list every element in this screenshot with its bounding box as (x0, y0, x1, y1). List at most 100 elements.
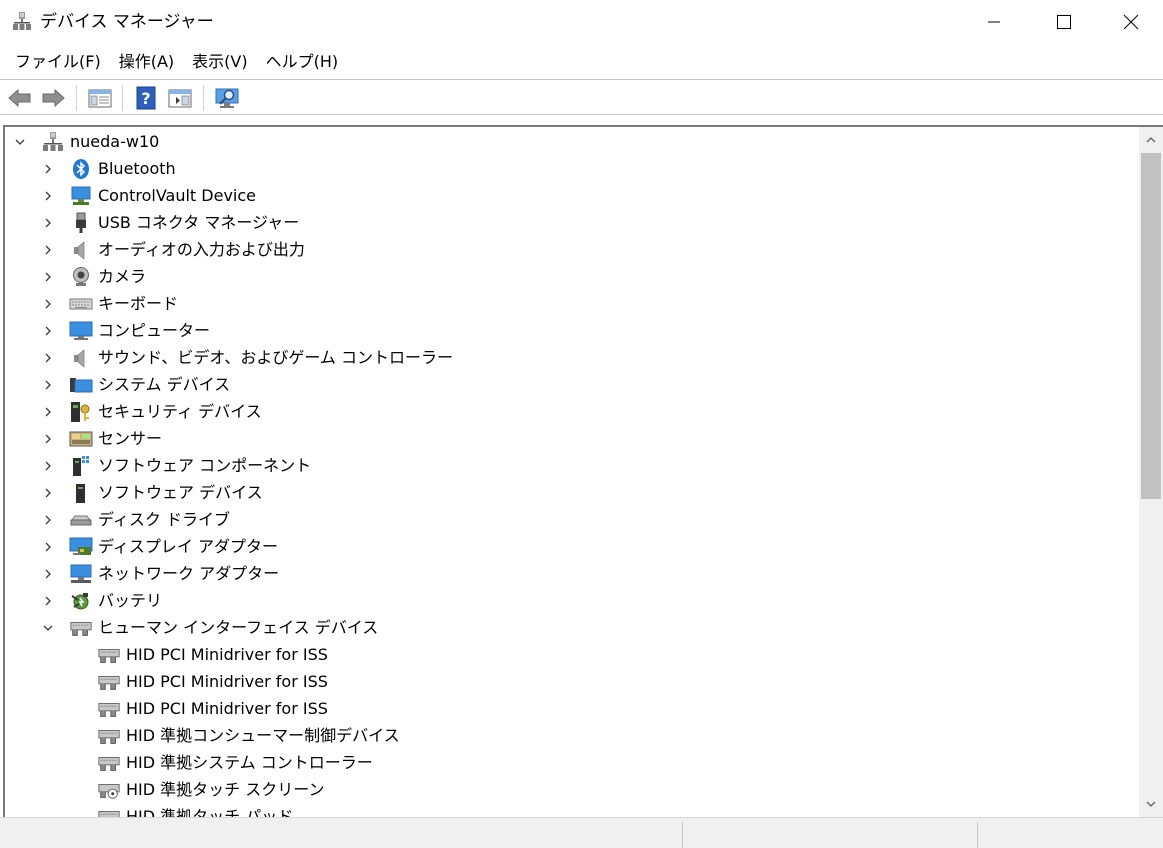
tree-item-hid-child[interactable]: HID 準拠タッチ パッド (97, 803, 293, 817)
hid-icon (97, 806, 121, 817)
tree-item-computer[interactable]: コンピューター (41, 317, 210, 344)
chevron-right-icon[interactable] (41, 486, 55, 500)
chevron-right-icon[interactable] (41, 189, 55, 203)
tree-item-bluetooth[interactable]: Bluetooth (41, 155, 176, 182)
forward-button[interactable] (39, 84, 67, 112)
webcam-icon (69, 266, 93, 288)
tree-item-security-devices[interactable]: セキュリティ デバイス (41, 398, 262, 425)
computer-network-icon (41, 131, 65, 153)
chevron-right-icon[interactable] (41, 270, 55, 284)
usb-plug-icon (69, 212, 93, 234)
hid-icon (97, 671, 121, 693)
chevron-down-icon[interactable] (41, 621, 55, 635)
maximize-button[interactable] (1029, 0, 1099, 44)
chevron-right-icon[interactable] (41, 351, 55, 365)
tree-item-label: コンピューター (98, 320, 211, 340)
tree-item-label: HID 準拠システム コントローラー (126, 752, 373, 772)
chevron-right-icon[interactable] (41, 432, 55, 446)
tree-item-label: オーディオの入力および出力 (98, 239, 305, 259)
tree-item-label: ネットワーク アダプター (98, 563, 280, 583)
security-key-icon (69, 401, 93, 423)
tree-item-controlvault[interactable]: ControlVault Device (41, 182, 256, 209)
tree-item-hid-child[interactable]: HID 準拠タッチ スクリーン (97, 776, 324, 803)
tree-item-sensors[interactable]: センサー (41, 425, 162, 452)
monitor-icon (69, 320, 93, 342)
tree-item-label: ControlVault Device (98, 185, 257, 205)
tree-item-hid-child[interactable]: HID 準拠システム コントローラー (97, 749, 373, 776)
status-separator (682, 822, 683, 848)
tree-item-label: ソフトウェア コンポーネント (98, 455, 312, 475)
scroll-up-button[interactable] (1139, 129, 1163, 151)
update-driver-icon (168, 89, 192, 108)
chevron-right-icon[interactable] (41, 540, 55, 554)
tree-item-display-adapters[interactable]: ディスプレイ アダプター (41, 533, 278, 560)
chevron-right-icon[interactable] (41, 162, 55, 176)
chevron-right-icon[interactable] (41, 405, 55, 419)
tree-item-system-devices[interactable]: システム デバイス (41, 371, 230, 398)
tree-item-battery[interactable]: バッテリ (41, 587, 162, 614)
battery-icon (69, 590, 93, 612)
tree-root-label: nueda-w10 (70, 131, 160, 151)
tree-item-hid-child[interactable]: HID PCI Minidriver for ISS (97, 695, 328, 722)
close-button[interactable] (1099, 0, 1163, 44)
help-button[interactable]: ? (132, 84, 160, 112)
back-arrow-icon (8, 88, 31, 108)
chevron-right-icon[interactable] (41, 297, 55, 311)
help-icon: ? (136, 86, 156, 110)
keyboard-icon (69, 293, 93, 315)
tree-item-software-devices[interactable]: ソフトウェア デバイス (41, 479, 263, 506)
chevron-right-icon[interactable] (41, 378, 55, 392)
back-button[interactable] (6, 84, 34, 112)
tree-item-software-components[interactable]: ソフトウェア コンポーネント (41, 452, 311, 479)
chevron-right-icon[interactable] (41, 513, 55, 527)
tree-item-label: ヒューマン インターフェイス デバイス (98, 617, 379, 637)
tree-item-label: HID PCI Minidriver for ISS (126, 698, 328, 718)
chevron-right-icon[interactable] (41, 594, 55, 608)
tree-item-hid-child[interactable]: HID PCI Minidriver for ISS (97, 668, 328, 695)
menu-file[interactable]: ファイル(F) (6, 47, 110, 77)
scroll-thumb[interactable] (1141, 153, 1161, 499)
tree-item-label: システム デバイス (98, 374, 231, 394)
show-hide-console-tree-button[interactable] (86, 84, 114, 112)
chevron-right-icon[interactable] (41, 567, 55, 581)
sensor-icon (69, 428, 93, 450)
tree-item-hid[interactable]: ヒューマン インターフェイス デバイス (41, 614, 378, 641)
tree-item-keyboard[interactable]: キーボード (41, 290, 178, 317)
tree-item-label: ソフトウェア デバイス (98, 482, 263, 502)
tree-item-label: HID 準拠コンシューマー制御デバイス (126, 725, 400, 745)
svg-text:?: ? (141, 89, 150, 108)
scan-hardware-button[interactable] (214, 84, 242, 112)
minimize-button[interactable] (959, 0, 1029, 44)
properties-console-icon (88, 89, 112, 108)
chevron-right-icon[interactable] (41, 324, 55, 338)
tree-item-label: Bluetooth (98, 158, 176, 178)
hid-icon (97, 725, 121, 747)
action-pane-button[interactable] (166, 84, 194, 112)
toolbar-separator (76, 85, 77, 111)
minimize-icon (988, 21, 1000, 23)
chevron-right-icon[interactable] (41, 459, 55, 473)
status-bar (0, 817, 1163, 848)
menu-help[interactable]: ヘルプ(H) (257, 47, 348, 77)
tree-item-network-adapters[interactable]: ネットワーク アダプター (41, 560, 279, 587)
chevron-down-icon (1146, 801, 1156, 807)
tree-item-audio-io[interactable]: オーディオの入力および出力 (41, 236, 305, 263)
device-tree[interactable]: nueda-w10 Bluetooth ControlVault Device … (3, 125, 1163, 817)
chevron-up-icon (1146, 137, 1156, 143)
hid-icon (97, 752, 121, 774)
tree-item-label: HID 準拠タッチ パッド (126, 806, 294, 818)
chevron-right-icon[interactable] (41, 243, 55, 257)
tree-item-usb-connector[interactable]: USB コネクタ マネージャー (41, 209, 299, 236)
chevron-down-icon[interactable] (13, 135, 27, 149)
menu-view[interactable]: 表示(V) (183, 47, 256, 77)
tree-item-camera[interactable]: カメラ (41, 263, 146, 290)
chevron-right-icon[interactable] (41, 216, 55, 230)
scroll-down-button[interactable] (1139, 793, 1163, 815)
tree-item-hid-child[interactable]: HID PCI Minidriver for ISS (97, 641, 328, 668)
tree-item-hid-child[interactable]: HID 準拠コンシューマー制御デバイス (97, 722, 400, 749)
tree-root[interactable]: nueda-w10 (13, 128, 159, 155)
tree-item-disk-drives[interactable]: ディスク ドライブ (41, 506, 230, 533)
menu-action[interactable]: 操作(A) (110, 47, 183, 77)
tree-item-sound-video-game[interactable]: サウンド、ビデオ、およびゲーム コントローラー (41, 344, 453, 371)
vertical-scrollbar[interactable] (1139, 127, 1163, 817)
